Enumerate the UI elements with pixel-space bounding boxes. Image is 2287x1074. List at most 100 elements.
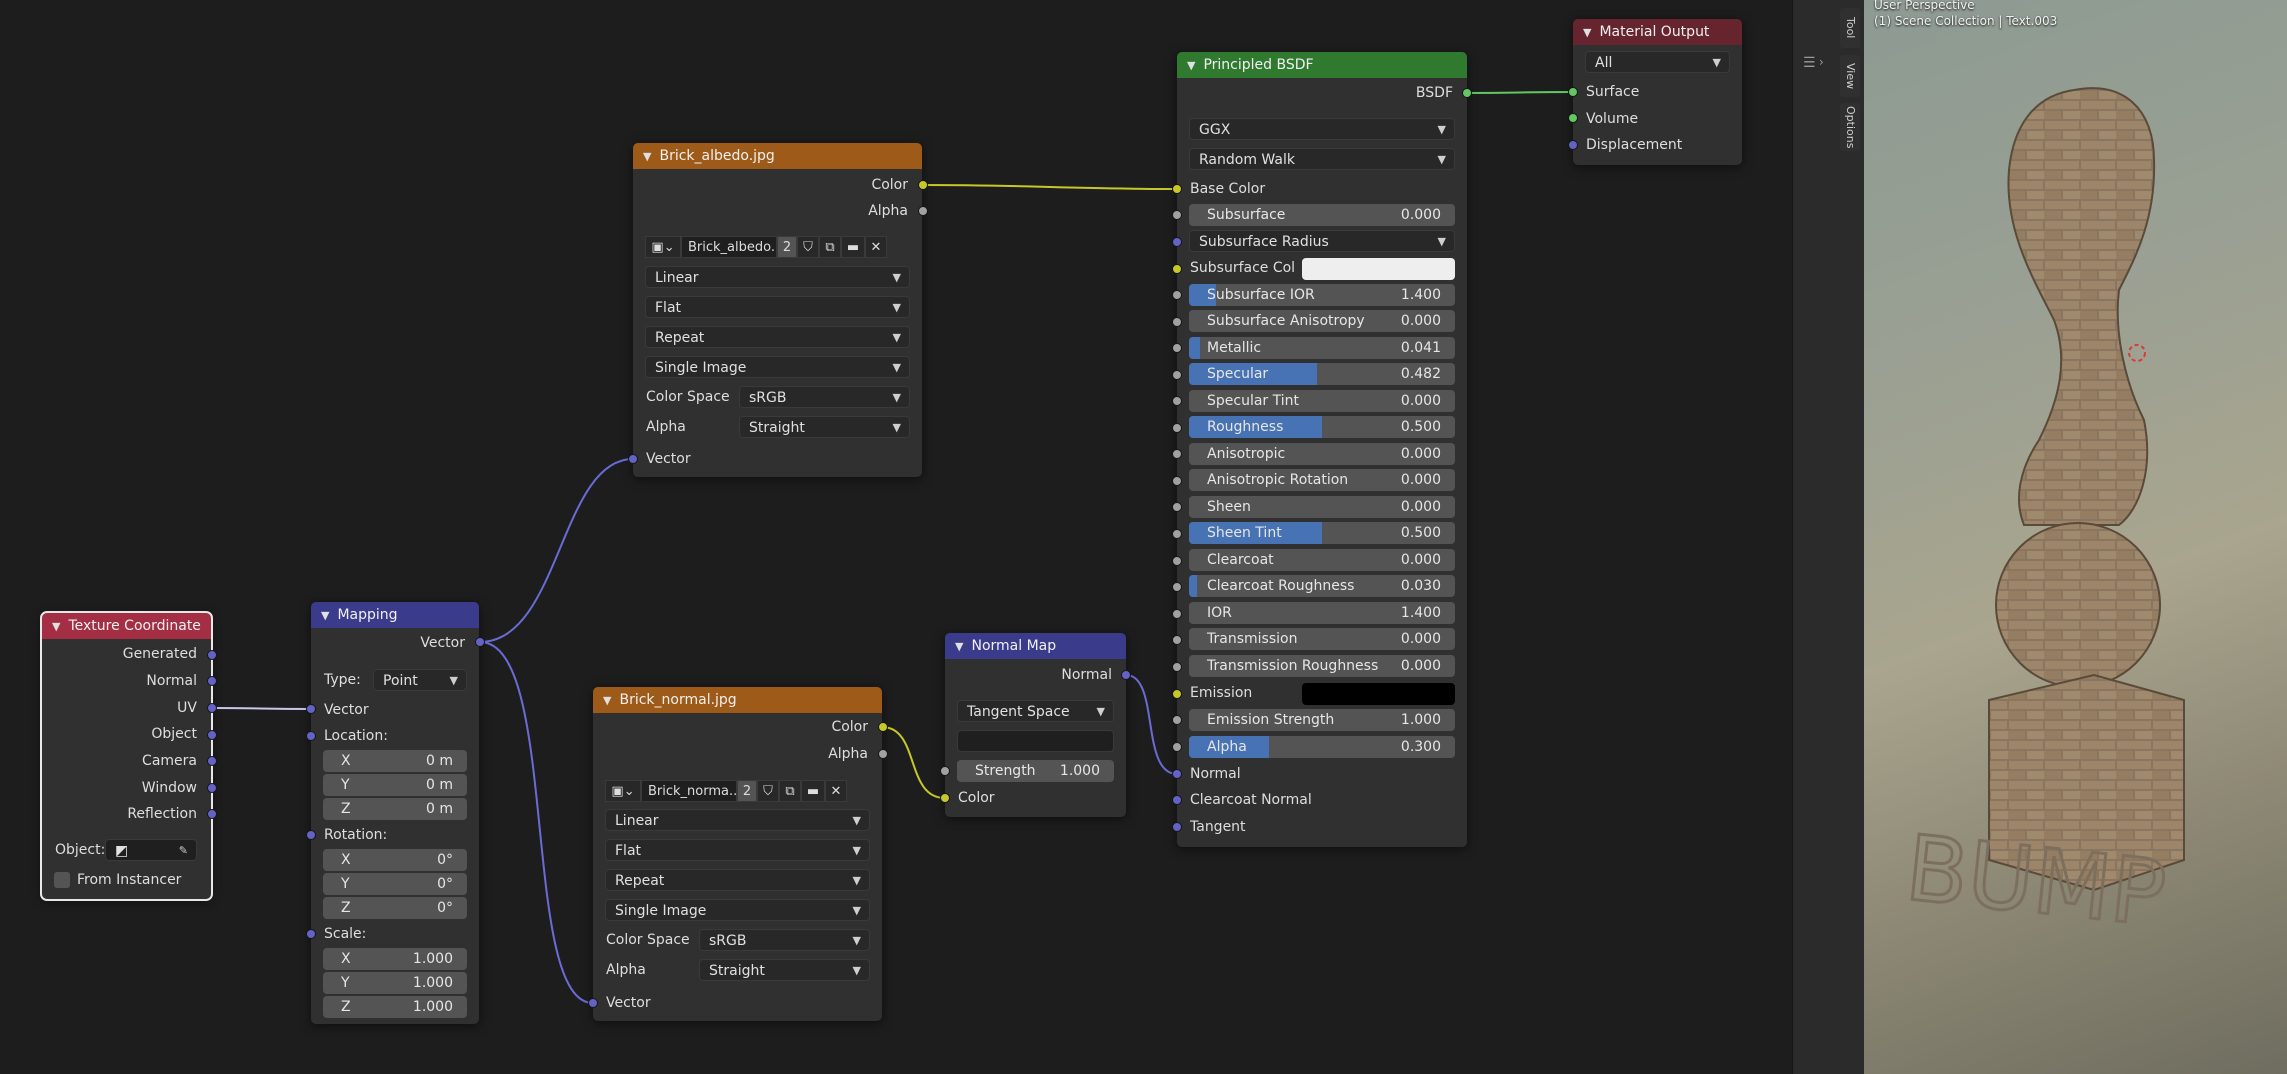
colorspace-dropdown[interactable]: sRGB ▼: [699, 929, 870, 951]
socket-sheen-tint[interactable]: [1172, 529, 1182, 539]
socket-emission-strength[interactable]: [1172, 715, 1182, 725]
image-users[interactable]: 2: [777, 236, 797, 258]
socket-specular[interactable]: [1172, 370, 1182, 380]
socket-mapping-out[interactable]: [475, 637, 485, 647]
interpolation-dropdown[interactable]: Linear ▼: [605, 809, 870, 831]
n-panel-sidebar[interactable]: ☰ › Tool View Options: [1792, 0, 1865, 1074]
socket-bsdf-out[interactable]: [1462, 88, 1472, 98]
slider-anisotropic-rotation[interactable]: Anisotropic Rotation 0.000: [1189, 469, 1455, 491]
chevron-down-icon[interactable]: ▼: [1583, 26, 1591, 39]
socket-subsurface-ior[interactable]: [1172, 290, 1182, 300]
chevron-down-icon[interactable]: ▼: [52, 620, 60, 633]
node-mapping[interactable]: ▼ Mapping Vector Type: Point ▼ Vector Loc…: [311, 602, 479, 1024]
tab-tool[interactable]: Tool: [1840, 8, 1860, 48]
node-image-normal[interactable]: ▼ Brick_normal.jpg Color Alpha ▣⌄ Brick_…: [593, 687, 882, 1021]
socket-alpha[interactable]: [1172, 742, 1182, 752]
image-users[interactable]: 2: [737, 780, 757, 802]
close-icon[interactable]: ✕: [825, 780, 847, 802]
socket-transmission[interactable]: [1172, 635, 1182, 645]
node-principled-bsdf[interactable]: ▼ Principled BSDF BSDF GGX ▼ Random Walk ▼…: [1177, 52, 1467, 847]
eyedropper-icon[interactable]: ✎: [179, 840, 188, 860]
chevron-down-icon[interactable]: ▼: [603, 694, 611, 707]
socket-scale[interactable]: [306, 929, 316, 939]
socket-sheen[interactable]: [1172, 502, 1182, 512]
socket-normalmap-out[interactable]: [1121, 670, 1131, 680]
tab-options[interactable]: Options: [1840, 103, 1860, 151]
socket-rotation[interactable]: [306, 830, 316, 840]
socket-albedo-vector[interactable]: [628, 454, 638, 464]
socket-clearcoat-normal[interactable]: [1172, 795, 1182, 805]
target-dropdown[interactable]: All ▼: [1585, 51, 1730, 73]
chevron-down-icon[interactable]: ▼: [955, 640, 963, 653]
source-dropdown[interactable]: Single Image ▼: [645, 356, 910, 378]
socket-window[interactable]: [207, 783, 217, 793]
node-header[interactable]: ▼ Mapping: [311, 602, 479, 628]
socket-anisotropic-rotation[interactable]: [1172, 476, 1182, 486]
slider-emission-strength[interactable]: Emission Strength 1.000: [1189, 709, 1455, 731]
socket-subsurface[interactable]: [1172, 210, 1182, 220]
socket-uv[interactable]: [207, 703, 217, 713]
slider-clearcoat-roughness[interactable]: Clearcoat Roughness 0.030: [1189, 575, 1455, 597]
socket-reflection[interactable]: [207, 809, 217, 819]
node-header[interactable]: ▼ Normal Map: [945, 633, 1126, 659]
close-icon[interactable]: ✕: [865, 236, 887, 258]
rotation-x-field[interactable]: X 0°: [323, 849, 467, 871]
socket-subsurface-anisotropy[interactable]: [1172, 317, 1182, 327]
socket-normalimg-alpha[interactable]: [878, 749, 888, 759]
socket-normalmap-color[interactable]: [940, 793, 950, 803]
image-name[interactable]: Brick_albedo...: [681, 236, 777, 258]
node-editor[interactable]: ▼ Texture Coordinate Generated Normal UV…: [0, 0, 1792, 1074]
slider-anisotropic[interactable]: Anisotropic 0.000: [1189, 443, 1455, 465]
socket-clearcoat-roughness[interactable]: [1172, 582, 1182, 592]
socket-location[interactable]: [306, 731, 316, 741]
slider-specular[interactable]: Specular 0.482: [1189, 363, 1455, 385]
scale-y-field[interactable]: Y 1.000: [323, 972, 467, 994]
socket-normal[interactable]: [207, 676, 217, 686]
scale-z-field[interactable]: Z 1.000: [323, 996, 467, 1018]
slider-alpha[interactable]: Alpha 0.300: [1189, 736, 1455, 758]
location-x-field[interactable]: X 0 m: [323, 750, 467, 772]
socket-object[interactable]: [207, 730, 217, 740]
extension-dropdown[interactable]: Repeat ▼: [645, 326, 910, 348]
tab-view[interactable]: View: [1840, 55, 1860, 97]
chevron-down-icon[interactable]: ▼: [321, 609, 329, 622]
node-header[interactable]: ▼ Brick_normal.jpg: [593, 687, 882, 713]
socket-displacement[interactable]: [1568, 140, 1578, 150]
socket-ior[interactable]: [1172, 609, 1182, 619]
slider-transmission[interactable]: Transmission 0.000: [1189, 628, 1455, 650]
uv-map-field[interactable]: [957, 730, 1114, 752]
socket-subsurface-color[interactable]: [1172, 264, 1182, 274]
emission-color-swatch[interactable]: [1302, 683, 1455, 705]
location-z-field[interactable]: Z 0 m: [323, 798, 467, 820]
slider-subsurface-ior[interactable]: Subsurface IOR 1.400: [1189, 284, 1455, 306]
socket-specular-tint[interactable]: [1172, 396, 1182, 406]
space-dropdown[interactable]: Tangent Space ▼: [957, 700, 1114, 722]
object-picker[interactable]: ◩ ✎: [105, 839, 197, 861]
duplicate-icon[interactable]: ⧉: [819, 236, 841, 258]
socket-camera[interactable]: [207, 756, 217, 766]
location-y-field[interactable]: Y 0 m: [323, 774, 467, 796]
rotation-z-field[interactable]: Z 0°: [323, 897, 467, 919]
menu-icon[interactable]: ☰: [1803, 55, 1816, 71]
interpolation-dropdown[interactable]: Linear ▼: [645, 266, 910, 288]
socket-mapping-in-vector[interactable]: [306, 704, 316, 714]
subsurface-radius-dropdown[interactable]: Subsurface Radius ▼: [1189, 230, 1455, 252]
node-header[interactable]: ▼ Texture Coordinate: [42, 613, 211, 639]
slider-sheen[interactable]: Sheen 0.000: [1189, 496, 1455, 518]
slider-specular-tint[interactable]: Specular Tint 0.000: [1189, 390, 1455, 412]
node-header[interactable]: ▼ Brick_albedo.jpg: [633, 143, 922, 169]
socket-normal[interactable]: [1172, 769, 1182, 779]
slider-subsurface-anisotropy[interactable]: Subsurface Anisotropy 0.000: [1189, 310, 1455, 332]
socket-roughness[interactable]: [1172, 423, 1182, 433]
subsurface-color-swatch[interactable]: [1302, 258, 1455, 280]
shield-icon[interactable]: ⛉: [797, 236, 819, 258]
chevron-down-icon[interactable]: ▼: [1187, 59, 1195, 72]
socket-albedo-alpha[interactable]: [918, 206, 928, 216]
projection-dropdown[interactable]: Flat ▼: [645, 296, 910, 318]
socket-surface[interactable]: [1568, 87, 1578, 97]
projection-dropdown[interactable]: Flat ▼: [605, 839, 870, 861]
type-dropdown[interactable]: Point ▼: [373, 669, 467, 691]
3d-cursor-icon[interactable]: [2128, 344, 2146, 362]
image-selector[interactable]: ▣⌄ Brick_norma... 2 ⛉ ⧉ ▬ ✕: [605, 779, 847, 803]
slider-metallic[interactable]: Metallic 0.041: [1189, 337, 1455, 359]
